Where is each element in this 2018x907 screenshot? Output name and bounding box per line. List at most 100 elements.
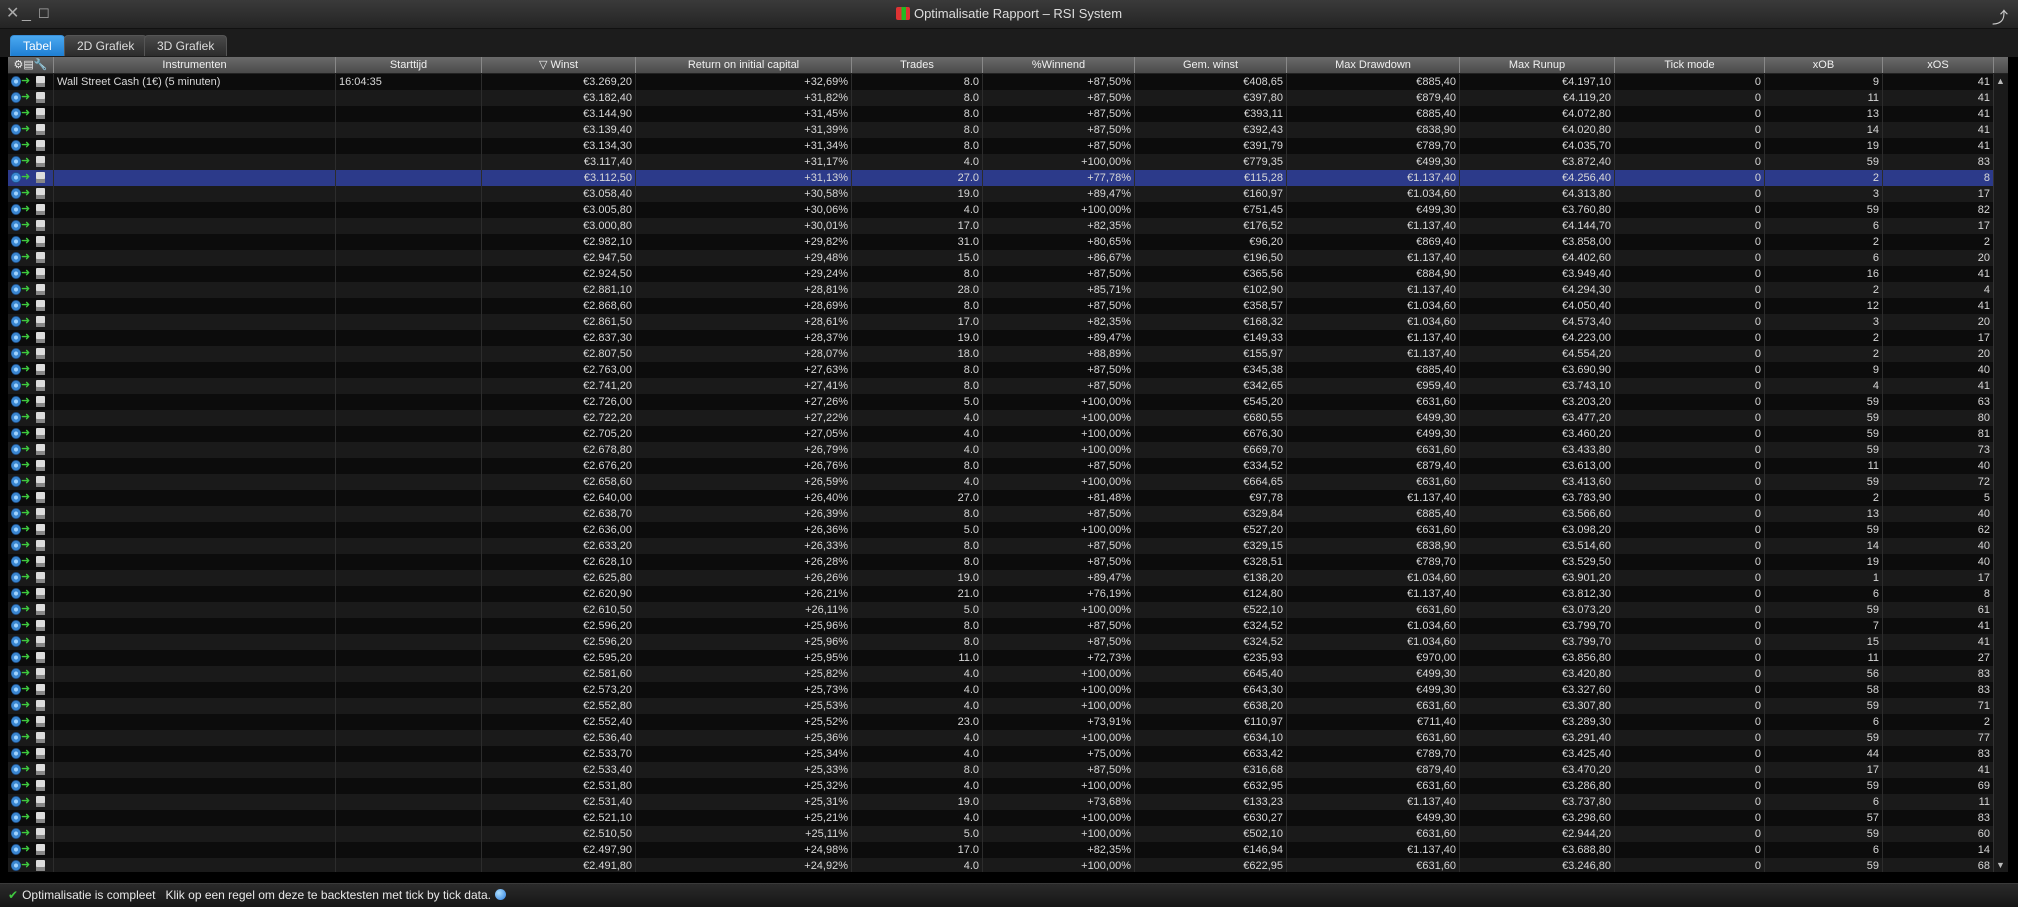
report-icon[interactable] <box>36 316 45 327</box>
table-row[interactable]: €2.533,70+25,34%4.0+75,00%€633,42€789,70… <box>8 746 1994 762</box>
row-actions[interactable] <box>8 298 54 314</box>
backtest-arrow-icon[interactable] <box>21 858 31 872</box>
report-icon[interactable] <box>36 476 45 487</box>
row-actions[interactable] <box>8 778 54 794</box>
backtest-arrow-icon[interactable] <box>21 842 31 857</box>
row-actions[interactable] <box>8 730 54 746</box>
table-row[interactable]: €2.726,00+27,26%5.0+100,00%€545,20€631,6… <box>8 394 1994 410</box>
header-tools[interactable]: ⚙▤🔧 <box>8 57 54 73</box>
backtest-arrow-icon[interactable] <box>21 730 31 745</box>
report-icon[interactable] <box>36 716 45 727</box>
report-icon[interactable] <box>36 508 45 519</box>
table-row[interactable]: €2.633,20+26,33%8.0+87,50%€329,15€838,90… <box>8 538 1994 554</box>
backtest-arrow-icon[interactable] <box>21 330 31 345</box>
table-row[interactable]: €3.112,50+31,13%27.0+77,78%€115,28€1.137… <box>8 170 1994 186</box>
report-icon[interactable] <box>36 412 45 423</box>
backtest-arrow-icon[interactable] <box>21 218 31 233</box>
row-actions[interactable] <box>8 202 54 218</box>
report-icon[interactable] <box>36 812 45 823</box>
optimize-icon[interactable] <box>11 844 21 855</box>
backtest-arrow-icon[interactable] <box>21 138 31 153</box>
row-actions[interactable] <box>8 346 54 362</box>
backtest-arrow-icon[interactable] <box>21 346 31 361</box>
backtest-arrow-icon[interactable] <box>21 682 31 697</box>
row-actions[interactable] <box>8 218 54 234</box>
backtest-arrow-icon[interactable] <box>21 314 31 329</box>
optimize-icon[interactable] <box>11 668 21 679</box>
backtest-arrow-icon[interactable] <box>21 634 31 649</box>
scroll-up-icon[interactable]: ▲ <box>1996 76 2005 86</box>
backtest-arrow-icon[interactable] <box>21 698 31 713</box>
optimize-icon[interactable] <box>11 284 21 295</box>
table-row[interactable]: €2.596,20+25,96%8.0+87,50%€324,52€1.034,… <box>8 618 1994 634</box>
export-icon[interactable]: ▤ <box>23 59 33 71</box>
report-icon[interactable] <box>36 764 45 775</box>
backtest-arrow-icon[interactable] <box>21 106 31 121</box>
report-icon[interactable] <box>36 204 45 215</box>
col-gem-winst[interactable]: Gem. winst <box>1135 57 1287 73</box>
optimize-icon[interactable] <box>11 716 21 727</box>
col-max-drawdown[interactable]: Max Drawdown <box>1287 57 1460 73</box>
optimize-icon[interactable] <box>11 492 21 503</box>
report-icon[interactable] <box>36 540 45 551</box>
row-actions[interactable] <box>8 138 54 154</box>
optimize-icon[interactable] <box>11 300 21 311</box>
share-icon[interactable]: ⤴ <box>1992 4 2008 28</box>
backtest-arrow-icon[interactable] <box>21 202 31 217</box>
backtest-arrow-icon[interactable] <box>21 826 31 841</box>
col-max-runup[interactable]: Max Runup <box>1460 57 1615 73</box>
report-icon[interactable] <box>36 700 45 711</box>
row-actions[interactable] <box>8 810 54 826</box>
optimize-icon[interactable] <box>11 172 21 183</box>
table-row[interactable]: €3.134,30+31,34%8.0+87,50%€391,79€789,70… <box>8 138 1994 154</box>
report-icon[interactable] <box>36 124 45 135</box>
table-row[interactable]: €2.678,80+26,79%4.0+100,00%€669,70€631,6… <box>8 442 1994 458</box>
backtest-arrow-icon[interactable] <box>21 810 31 825</box>
backtest-arrow-icon[interactable] <box>21 74 31 89</box>
row-actions[interactable] <box>8 74 54 90</box>
table-row[interactable]: €2.881,10+28,81%28.0+85,71%€102,90€1.137… <box>8 282 1994 298</box>
optimize-icon[interactable] <box>11 540 21 551</box>
row-actions[interactable] <box>8 170 54 186</box>
backtest-arrow-icon[interactable] <box>21 186 31 201</box>
optimize-icon[interactable] <box>11 428 21 439</box>
col-winst[interactable]: ▽ Winst <box>482 57 636 73</box>
report-icon[interactable] <box>36 524 45 535</box>
row-actions[interactable] <box>8 266 54 282</box>
backtest-arrow-icon[interactable] <box>21 762 31 777</box>
optimize-icon[interactable] <box>11 444 21 455</box>
optimize-icon[interactable] <box>11 700 21 711</box>
table-row[interactable]: €2.533,40+25,33%8.0+87,50%€316,68€879,40… <box>8 762 1994 778</box>
optimize-icon[interactable] <box>11 220 21 231</box>
report-icon[interactable] <box>36 444 45 455</box>
table-row[interactable]: €2.497,90+24,98%17.0+82,35%€146,94€1.137… <box>8 842 1994 858</box>
row-actions[interactable] <box>8 570 54 586</box>
optimize-icon[interactable] <box>11 636 21 647</box>
row-actions[interactable] <box>8 666 54 682</box>
report-icon[interactable] <box>36 220 45 231</box>
table-row[interactable]: €2.638,70+26,39%8.0+87,50%€329,84€885,40… <box>8 506 1994 522</box>
table-row[interactable]: €2.552,40+25,52%23.0+73,91%€110,97€711,4… <box>8 714 1994 730</box>
report-icon[interactable] <box>36 604 45 615</box>
backtest-arrow-icon[interactable] <box>21 650 31 665</box>
table-row[interactable]: €2.625,80+26,26%19.0+89,47%€138,20€1.034… <box>8 570 1994 586</box>
row-actions[interactable] <box>8 554 54 570</box>
backtest-arrow-icon[interactable] <box>21 794 31 809</box>
backtest-arrow-icon[interactable] <box>21 538 31 553</box>
col-tick-mode[interactable]: Tick mode <box>1615 57 1765 73</box>
table-row[interactable]: €3.144,90+31,45%8.0+87,50%€393,11€885,40… <box>8 106 1994 122</box>
table-row[interactable]: €3.000,80+30,01%17.0+82,35%€176,52€1.137… <box>8 218 1994 234</box>
optimize-icon[interactable] <box>11 252 21 263</box>
table-row[interactable]: €2.868,60+28,69%8.0+87,50%€358,57€1.034,… <box>8 298 1994 314</box>
backtest-arrow-icon[interactable] <box>21 522 31 537</box>
optimize-icon[interactable] <box>11 796 21 807</box>
backtest-arrow-icon[interactable] <box>21 394 31 409</box>
report-icon[interactable] <box>36 188 45 199</box>
row-actions[interactable] <box>8 106 54 122</box>
optimize-icon[interactable] <box>11 396 21 407</box>
report-icon[interactable] <box>36 684 45 695</box>
optimize-icon[interactable] <box>11 556 21 567</box>
backtest-arrow-icon[interactable] <box>21 362 31 377</box>
report-icon[interactable] <box>36 556 45 567</box>
optimize-icon[interactable] <box>11 188 21 199</box>
